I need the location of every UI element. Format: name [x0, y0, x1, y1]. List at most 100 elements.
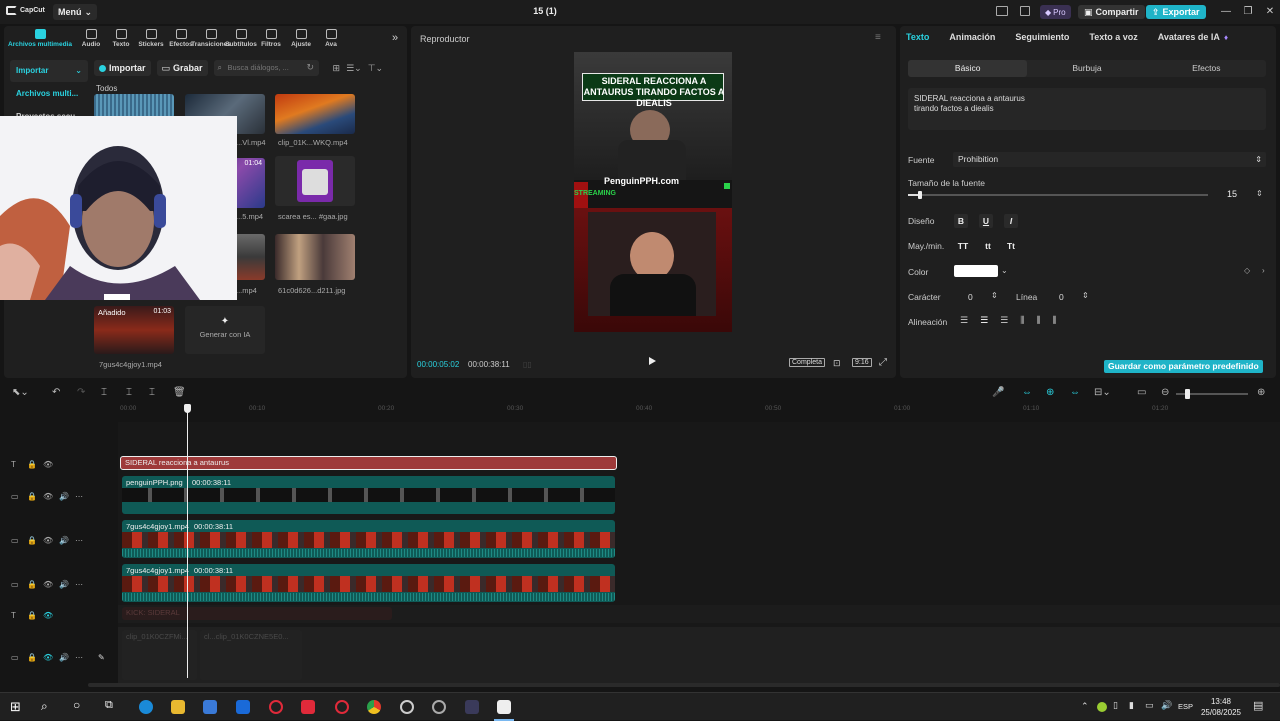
layout-icon[interactable] [996, 6, 1008, 16]
eye-icon[interactable]: 👁 [43, 460, 53, 469]
lock-icon[interactable]: 🔒 [27, 460, 37, 469]
eye-icon[interactable]: 👁 [43, 492, 53, 501]
fullscreen-icon[interactable]: ⤢ [879, 357, 887, 368]
delete-icon[interactable]: 🗑 [173, 387, 186, 398]
tab-effects[interactable]: Efectos [166, 26, 196, 52]
zoom-in-icon[interactable]: ⊕ [1257, 387, 1265, 398]
sub-tab[interactable]: Efectos [1147, 60, 1266, 77]
save-preset-button[interactable]: Guardar como parámetro predefinido [1104, 360, 1263, 373]
props-tab[interactable]: Avatares de IA [1158, 32, 1220, 42]
media-thumb[interactable] [275, 234, 355, 280]
trim-left-icon[interactable]: ⌶ [126, 387, 132, 398]
lock-icon[interactable]: 🔒 [27, 492, 37, 501]
tab-text[interactable]: Texto [106, 26, 136, 52]
opera-gx-icon[interactable] [335, 700, 349, 714]
tab-avatar[interactable]: Ava [316, 26, 346, 52]
sub-tab[interactable]: Burbuja [1027, 60, 1146, 77]
tab-media[interactable]: Archivos multimedia [4, 26, 76, 52]
import-button[interactable]: Importar [94, 60, 151, 76]
keyframe-icon[interactable]: ◇ [1244, 266, 1250, 275]
obs-icon[interactable] [400, 700, 414, 714]
search-icon[interactable]: ⌕ [41, 699, 48, 714]
lock-icon[interactable]: 🔒 [27, 653, 37, 662]
network-icon[interactable]: ▭ [1145, 700, 1154, 711]
select-tool-icon[interactable]: ⬉⌄ [12, 387, 29, 398]
timecode-mode-icon[interactable]: ▯▯ [523, 360, 532, 369]
caption-text-box[interactable]: SIDERAL REACCIONA A ANTAURUS TIRANDO FAC… [582, 73, 724, 108]
vertical-align-middle-icon[interactable]: ⫼ [1036, 315, 1040, 326]
volume-icon[interactable]: 🔊 [59, 536, 69, 545]
media-thumb-added[interactable]: Añadido 01:03 [94, 306, 174, 354]
line-spacing-value[interactable]: 0 [1059, 292, 1064, 302]
tray-icon[interactable]: ▯ [1113, 700, 1118, 711]
pro-button[interactable]: ◆ Pro [1040, 5, 1071, 19]
underline-button[interactable]: U [979, 214, 993, 228]
stepper-icon[interactable]: ⇕ [991, 291, 998, 300]
grid-view-icon[interactable]: ⊞ [333, 63, 341, 74]
preview-axis-icon[interactable]: ⊟⌄ [1094, 387, 1111, 398]
sidebar-item-import[interactable]: Importar ⌄ [10, 60, 88, 82]
stepper-icon[interactable]: ⇕ [1082, 291, 1089, 300]
redo-icon[interactable]: ↷ [77, 387, 85, 398]
file-explorer-icon[interactable] [171, 700, 185, 714]
link-main-track-icon[interactable]: ⇔ [1022, 387, 1032, 398]
opera-icon[interactable] [269, 700, 283, 714]
uppercase-button[interactable]: TT [956, 239, 970, 253]
props-tab[interactable]: Seguimiento [1015, 32, 1069, 42]
tab-sticker[interactable]: Stickers [136, 26, 166, 52]
tray-app-icon[interactable] [1097, 702, 1107, 712]
quality-button[interactable]: Completa [789, 358, 825, 367]
zoom-slider[interactable] [1176, 389, 1248, 399]
refresh-icon[interactable]: ↻ [307, 62, 315, 73]
notifications-icon[interactable]: ▤ [1253, 699, 1263, 712]
lowercase-button[interactable]: tt [981, 239, 995, 253]
char-spacing-value[interactable]: 0 [968, 292, 973, 302]
media-thumb[interactable] [94, 94, 174, 118]
clock[interactable]: 13:48 25/08/2025 [1196, 696, 1246, 718]
tab-filter[interactable]: Filtros [256, 26, 286, 52]
lock-icon[interactable]: 🔒 [27, 536, 37, 545]
windows-start-icon[interactable]: ⊞ [10, 699, 21, 715]
battery-icon[interactable]: ▮ [1129, 700, 1134, 711]
trim-right-icon[interactable]: ⌶ [149, 387, 155, 398]
search-input[interactable] [213, 60, 319, 76]
lock-icon[interactable]: 🔒 [27, 611, 37, 620]
scroll-arrow-icon[interactable]: › [1262, 266, 1265, 275]
more-icon[interactable]: ⋯ [75, 492, 83, 501]
shortcut-icon[interactable] [1020, 6, 1030, 16]
hidden-video-clip[interactable]: cl...clip_01K0CZNE5E0... [200, 630, 302, 680]
maximize-icon[interactable]: ❐ [1240, 4, 1256, 20]
font-size-value[interactable]: 15 [1212, 189, 1252, 199]
chevron-up-icon[interactable]: ⌃ [1081, 701, 1089, 712]
tab-adjust[interactable]: Ajuste [286, 26, 316, 52]
cover-edit-icon[interactable]: ✎ [98, 653, 105, 662]
filter-icon[interactable]: ⊤⌄ [368, 63, 383, 74]
mail-icon[interactable] [236, 700, 250, 714]
image-clip[interactable]: penguinPPH.png 00:00:38:11 [122, 476, 615, 514]
chrome-icon[interactable] [367, 700, 381, 714]
zoom-slider-knob[interactable] [1185, 389, 1190, 399]
font-size-slider[interactable] [908, 191, 1208, 199]
volume-icon[interactable]: 🔊 [59, 580, 69, 589]
minimize-icon[interactable]: — [1218, 4, 1234, 20]
playhead-handle[interactable] [184, 404, 192, 413]
play-button[interactable] [649, 357, 656, 365]
generate-ai-button[interactable]: ✦ Generar con IA [185, 306, 265, 354]
cortana-icon[interactable]: ○ [73, 698, 80, 712]
eye-icon[interactable]: 👁 [43, 580, 53, 589]
record-button[interactable]: ▭ Grabar [156, 60, 208, 76]
align-right-icon[interactable]: ☰ [1000, 315, 1008, 326]
video-clip[interactable]: 7gus4c4gjoy1.mp4 00:00:38:11 [122, 564, 615, 602]
crop-icon[interactable]: ⊡ [833, 358, 841, 369]
video-clip[interactable]: 7gus4c4gjoy1.mp4 00:00:38:11 [122, 520, 615, 558]
color-swatch[interactable] [954, 265, 998, 277]
sidebar-item-media[interactable]: Archivos multi... [10, 83, 88, 105]
media-thumb[interactable] [275, 156, 355, 206]
tab-audio[interactable]: Audio [76, 26, 106, 52]
eye-off-icon[interactable]: 👁 [43, 611, 53, 620]
more-icon[interactable]: ⋯ [75, 536, 83, 545]
hidden-video-clip[interactable]: clip_01K0CZFMi... [122, 630, 197, 680]
capcut-taskbar-icon[interactable] [497, 700, 511, 714]
wps-icon[interactable] [301, 700, 315, 714]
share-button[interactable]: ▣ Compartir [1078, 5, 1145, 19]
